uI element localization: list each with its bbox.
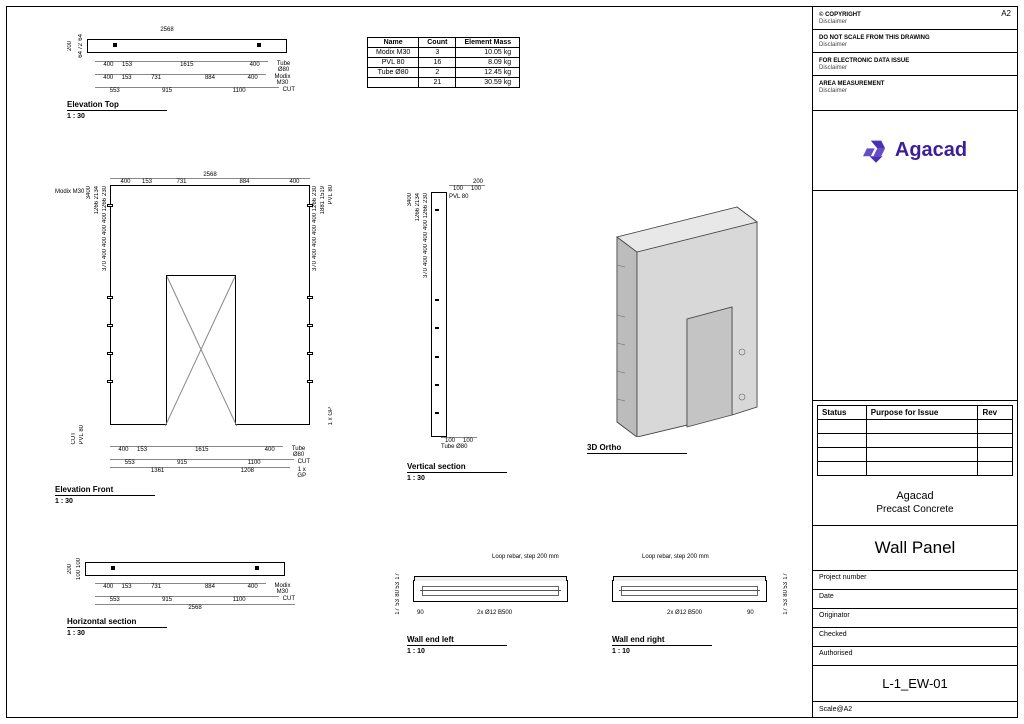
iso-render	[587, 187, 787, 437]
bom-h1: Name	[368, 38, 419, 48]
view-title: 3D Ortho	[587, 443, 687, 454]
field-date: Date	[813, 590, 1017, 609]
vertical-strip	[431, 192, 447, 437]
view-wall-end-left: Loop rebar, step 200 mm 1753805317 90 2x…	[407, 562, 582, 655]
view-title: Elevation Top	[67, 100, 167, 111]
info-rows: Project number Date Originator Checked A…	[813, 571, 1017, 666]
logo-box: Agacad	[813, 111, 1017, 191]
bom-h2: Count	[419, 38, 456, 48]
drawing-title: Wall Panel	[813, 526, 1017, 571]
view-title: Vertical section	[407, 462, 507, 473]
view-title: Horizontal section	[67, 617, 167, 628]
project-title: Agacad Precast Concrete	[813, 480, 1017, 526]
view-title: Wall end left	[407, 635, 507, 646]
tb-electronic: FOR ELECTRONIC DATA ISSUE Disclaimer	[813, 53, 1017, 76]
field-project-number: Project number	[813, 571, 1017, 590]
agacad-logo-icon	[863, 138, 889, 164]
field-authorised: Authorised	[813, 647, 1017, 666]
view-elevation-front: 2568 400153731884400 Modix M30 3400 2134…	[55, 172, 334, 505]
revision-table-container: Status Purpose for Issue Rev	[813, 401, 1017, 480]
view-title: Wall end right	[612, 635, 712, 646]
bom-h3: Element Mass	[456, 38, 520, 48]
tb-area: AREA MEASUREMENT Disclaimer	[813, 76, 1017, 111]
view-wall-end-right: Loop rebar, step 200 mm 1753805317 2x Ø1…	[612, 562, 787, 655]
view-title: Elevation Front	[55, 485, 155, 496]
drawing-number: L-1_EW-01	[813, 666, 1017, 702]
view-scale: 1 : 30	[407, 475, 507, 482]
titleblock: A2 © COPYRIGHT Disclaimer DO NOT SCALE F…	[812, 7, 1017, 717]
logo-text: Agacad	[895, 139, 967, 162]
tb-scale-warning: DO NOT SCALE FROM THIS DRAWING Disclaime…	[813, 30, 1017, 53]
bom-table: Name Count Element Mass Modix M30310.05 …	[367, 37, 520, 88]
wall-end-right-section	[612, 580, 767, 602]
elevation-top-strip	[87, 39, 287, 53]
drawing-area: Name Count Element Mass Modix M30310.05 …	[7, 7, 812, 717]
view-vertical-section: 200100100 3400 21341266 2301266400400400…	[407, 179, 507, 482]
field-checked: Checked	[813, 628, 1017, 647]
view-scale: 1 : 10	[407, 648, 582, 655]
revision-table: Status Purpose for Issue Rev	[817, 405, 1013, 476]
view-scale: 1 : 10	[612, 648, 787, 655]
wall-end-left-section	[413, 580, 568, 602]
sheet-size: A2	[1001, 9, 1011, 18]
drawing-sheet: Name Count Element Mass Modix M30310.05 …	[6, 6, 1018, 718]
view-scale: 1 : 30	[55, 498, 334, 505]
panel-outline	[110, 185, 310, 425]
horizontal-strip	[85, 562, 285, 576]
view-scale: 1 : 30	[67, 113, 295, 120]
field-originator: Originator	[813, 609, 1017, 628]
door-opening	[166, 275, 236, 425]
sheet-scale: Scale@A2	[813, 702, 1017, 717]
view-elevation-top: 2568 200 647264 4001531615400Tube Ø80 40…	[67, 27, 295, 120]
tb-copyright: © COPYRIGHT Disclaimer	[813, 7, 1017, 30]
view-horizontal-section: 200 100100 400153731884400Modix M30 5539…	[67, 557, 295, 637]
view-3d-ortho: 3D Ortho	[587, 187, 787, 455]
view-scale: 1 : 30	[67, 630, 295, 637]
